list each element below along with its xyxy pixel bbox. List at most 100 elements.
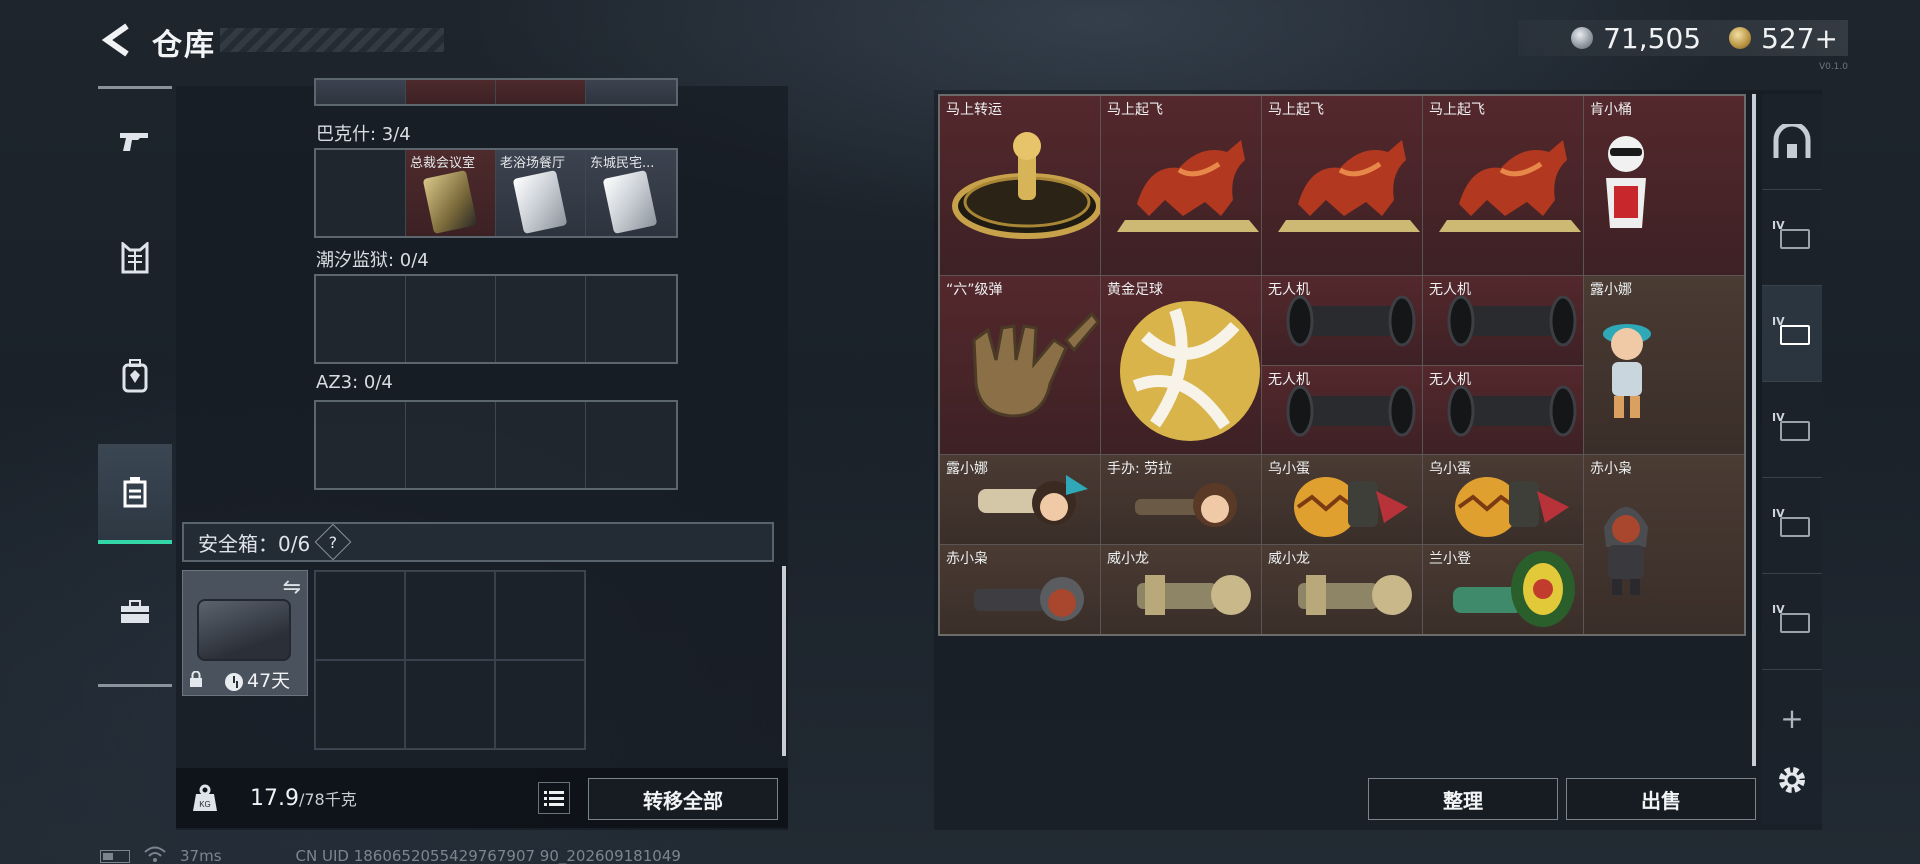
slot[interactable] <box>316 80 406 104</box>
slot-keycard[interactable]: 老浴场餐厅 <box>496 150 586 236</box>
item-horse[interactable]: 马上起飞 <box>1423 96 1583 275</box>
group-label-prison: 潮汐监狱: 0/4 <box>316 250 429 271</box>
slot-empty[interactable] <box>406 276 496 362</box>
title-decoration <box>220 28 444 52</box>
svg-text:KG: KG <box>199 800 211 809</box>
keycard-image <box>422 170 478 234</box>
item-chi-xiaoxiao[interactable]: 赤小枭 <box>1584 455 1744 634</box>
item-wei-xiaolong[interactable]: 威小龙 <box>1101 545 1261 634</box>
list-view-button[interactable] <box>538 782 570 814</box>
rail-tab-iv-4[interactable]: IV <box>1762 478 1822 574</box>
tag-iv-icon: IV <box>1772 507 1812 541</box>
nav-weapons[interactable] <box>98 90 172 190</box>
safebox-slot[interactable] <box>405 660 495 749</box>
rail-tab-iv-5[interactable]: IV <box>1762 574 1822 670</box>
item-glove[interactable]: “六”级弹 <box>940 275 1100 455</box>
item-drone[interactable]: 无人机 <box>1262 365 1422 455</box>
safebox-slot[interactable] <box>315 571 405 660</box>
slot-label: 总裁会议室 <box>410 156 476 171</box>
add-tab-button[interactable]: + <box>1774 700 1810 736</box>
swap-icon[interactable]: ⇋ <box>283 575 301 600</box>
slot[interactable] <box>406 80 496 104</box>
item-drone[interactable]: 无人机 <box>1262 275 1422 365</box>
slot-empty[interactable] <box>316 150 406 236</box>
slot-empty[interactable] <box>316 276 406 362</box>
stash-grid: 马上转运 马上起飞 马上起飞 马上起飞 肯小桶 “六”级弹 黄金足球 无人机 无… <box>938 94 1746 636</box>
nav-armor[interactable] <box>98 208 172 308</box>
item-label: 马上起飞 <box>1268 102 1324 118</box>
transfer-all-button[interactable]: 转移全部 <box>588 778 778 820</box>
stash-scrollbar[interactable] <box>1752 94 1756 766</box>
item-lan-xiaodeng[interactable]: 兰小登 <box>1423 545 1583 634</box>
item-label: 马上起飞 <box>1107 102 1163 118</box>
item-lu-xiaona[interactable]: 露小娜 <box>1584 275 1744 455</box>
sort-button[interactable]: 整理 <box>1368 778 1558 820</box>
item-wei-xiaolong[interactable]: 威小龙 <box>1262 545 1422 634</box>
rail-tab-iv-2[interactable]: IV <box>1762 286 1822 382</box>
horse-figure-image <box>1117 140 1259 232</box>
nav-container[interactable] <box>98 444 172 544</box>
tag-iv-icon: IV <box>1772 411 1812 445</box>
tag-iv-icon: IV <box>1772 315 1812 349</box>
settings-button[interactable] <box>1772 760 1812 800</box>
horse-figure-image <box>1278 140 1420 232</box>
chevron-left-icon <box>101 23 129 57</box>
item-lara-figure[interactable]: 手办: 劳拉 <box>1101 455 1261 545</box>
uid-label: CN UID 1860652055429767907 90_2026091810… <box>295 847 681 864</box>
figure-image <box>1603 323 1651 418</box>
backpack-icon <box>122 359 148 393</box>
item-lu-xiaona[interactable]: 露小娜 <box>940 455 1100 545</box>
rail-tab-iv-3[interactable]: IV <box>1762 382 1822 478</box>
item-drone[interactable]: 无人机 <box>1423 275 1583 365</box>
item-label: 马上转运 <box>946 102 1002 118</box>
tag-iv-icon: IV <box>1772 603 1812 637</box>
help-button[interactable]: ? <box>314 523 352 561</box>
item-label: 手办: 劳拉 <box>1107 461 1173 478</box>
item-label: 威小龙 <box>1107 551 1149 568</box>
item-wu-xiaodan[interactable]: 乌小蛋 <box>1262 455 1422 545</box>
safebox-slot[interactable] <box>405 571 495 660</box>
item-kfc-bucket[interactable]: 肯小桶 <box>1584 96 1744 275</box>
slot[interactable] <box>586 80 676 104</box>
currency-bar: 71,505 527+ <box>1518 20 1848 56</box>
slot[interactable] <box>496 80 586 104</box>
safebox-item[interactable]: ⇋ 47天 <box>182 570 308 696</box>
safebox-slot[interactable] <box>495 660 585 749</box>
status-bar: 37ms CN UID 1860652055429767907 90_20260… <box>100 846 681 864</box>
weight-icon: KG <box>193 784 217 811</box>
slot-empty[interactable] <box>496 402 586 488</box>
rail-tab-iv-1[interactable]: IV <box>1762 190 1822 286</box>
item-label: 乌小蛋 <box>1268 461 1310 478</box>
battery-icon <box>100 849 130 863</box>
weight-readout: 17.9/78千克 <box>250 786 357 811</box>
nav-case[interactable] <box>98 562 172 662</box>
item-label: “六”级弹 <box>946 281 1003 298</box>
item-gold-football[interactable]: 黄金足球 <box>1101 275 1261 455</box>
safebox-header: 安全箱：0/6 ? <box>182 522 774 562</box>
item-horse[interactable]: 马上起飞 <box>1101 96 1261 275</box>
slot-empty[interactable] <box>586 276 676 362</box>
hooded-figure-image <box>1604 507 1648 596</box>
slot-empty[interactable] <box>406 402 496 488</box>
nav-backpack[interactable] <box>98 326 172 426</box>
figure-lying-image <box>978 475 1088 526</box>
slot-empty[interactable] <box>586 402 676 488</box>
item-label: 黄金足球 <box>1107 281 1163 298</box>
slot-empty[interactable] <box>316 402 406 488</box>
safebox-slot[interactable] <box>315 660 405 749</box>
gold-amount[interactable]: 527+ <box>1761 22 1838 55</box>
rail-tab-home[interactable] <box>1762 94 1822 190</box>
slot-empty[interactable] <box>496 276 586 362</box>
safebox-slot[interactable] <box>495 571 585 660</box>
group-label-bakshi: 巴克什: 3/4 <box>316 124 411 145</box>
item-chi-xiaoxiao[interactable]: 赤小枭 <box>940 545 1100 634</box>
back-button[interactable] <box>96 18 136 62</box>
item-drone[interactable]: 无人机 <box>1423 365 1583 455</box>
slot-keycard[interactable]: 东城民宅... <box>586 150 676 236</box>
item-lucky-wheel[interactable]: 马上转运 <box>940 96 1100 275</box>
sell-button[interactable]: 出售 <box>1566 778 1756 820</box>
left-scrollbar[interactable] <box>782 566 786 756</box>
item-wu-xiaodan[interactable]: 乌小蛋 <box>1423 455 1583 545</box>
slot-keycard[interactable]: 总裁会议室 <box>406 150 496 236</box>
item-horse[interactable]: 马上起飞 <box>1262 96 1422 275</box>
